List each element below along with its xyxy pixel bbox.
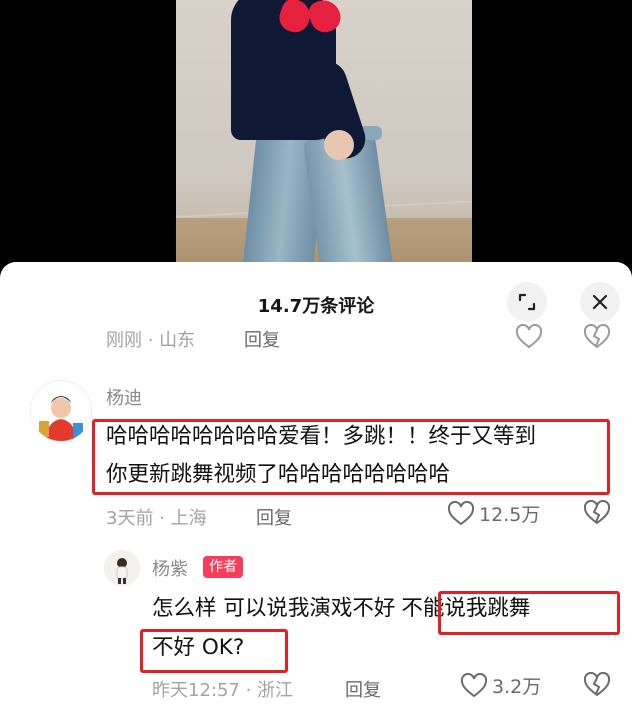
heart-icon: [515, 324, 543, 349]
video-person-hand: [324, 130, 354, 160]
comment-dislike-button[interactable]: [583, 500, 611, 526]
video-person-bow: [280, 0, 340, 34]
comments-panel: 14.7万条评论 刚刚 · 山东 回复 杨迪 哈哈哈哈哈哈哈哈爱看！多跳！！终于…: [0, 262, 632, 708]
broken-heart-icon: [583, 672, 611, 697]
avatar-image: [31, 381, 91, 441]
author-badge: 作者: [203, 556, 243, 578]
comment-like-count: 12.5万: [479, 504, 541, 526]
reply-reply-button[interactable]: 回复: [345, 676, 381, 702]
reply-meta: 昨天12:57 · 浙江: [152, 680, 294, 701]
broken-heart-icon: [583, 500, 611, 525]
prev-comment-like-button[interactable]: [515, 324, 543, 350]
heart-icon: [460, 672, 488, 697]
reply-like-count: 3.2万: [492, 676, 542, 698]
comment-meta: 3天前 · 上海: [106, 508, 207, 529]
video-player[interactable]: [0, 0, 632, 300]
reply-like-button[interactable]: 3.2万: [460, 672, 541, 699]
reply-username[interactable]: 杨紫: [152, 555, 188, 581]
close-icon: [592, 294, 608, 310]
heart-icon: [447, 500, 475, 525]
reply-dislike-button[interactable]: [583, 672, 611, 698]
broken-heart-icon: [583, 324, 611, 349]
video-frame: [176, 0, 472, 300]
close-button[interactable]: [580, 282, 620, 322]
highlight-box: [140, 629, 288, 673]
highlight-box: [92, 419, 610, 495]
reply-text-part1: 怎么样 可以说我演戏不好: [152, 596, 396, 621]
expand-button[interactable]: [507, 282, 547, 322]
prev-comment-meta: 刚刚 · 山东: [106, 330, 196, 351]
expand-icon: [518, 293, 536, 311]
prev-comment-dislike-button[interactable]: [583, 324, 611, 350]
comment-like-button[interactable]: 12.5万: [447, 500, 540, 527]
highlight-box: [438, 591, 620, 635]
comment-reply-button[interactable]: 回复: [256, 504, 292, 530]
avatar[interactable]: [30, 380, 92, 442]
prev-comment-reply-button[interactable]: 回复: [244, 326, 280, 352]
comment-username[interactable]: 杨迪: [106, 384, 142, 410]
reply-avatar-image: [105, 551, 139, 585]
reply-avatar[interactable]: [104, 550, 140, 586]
